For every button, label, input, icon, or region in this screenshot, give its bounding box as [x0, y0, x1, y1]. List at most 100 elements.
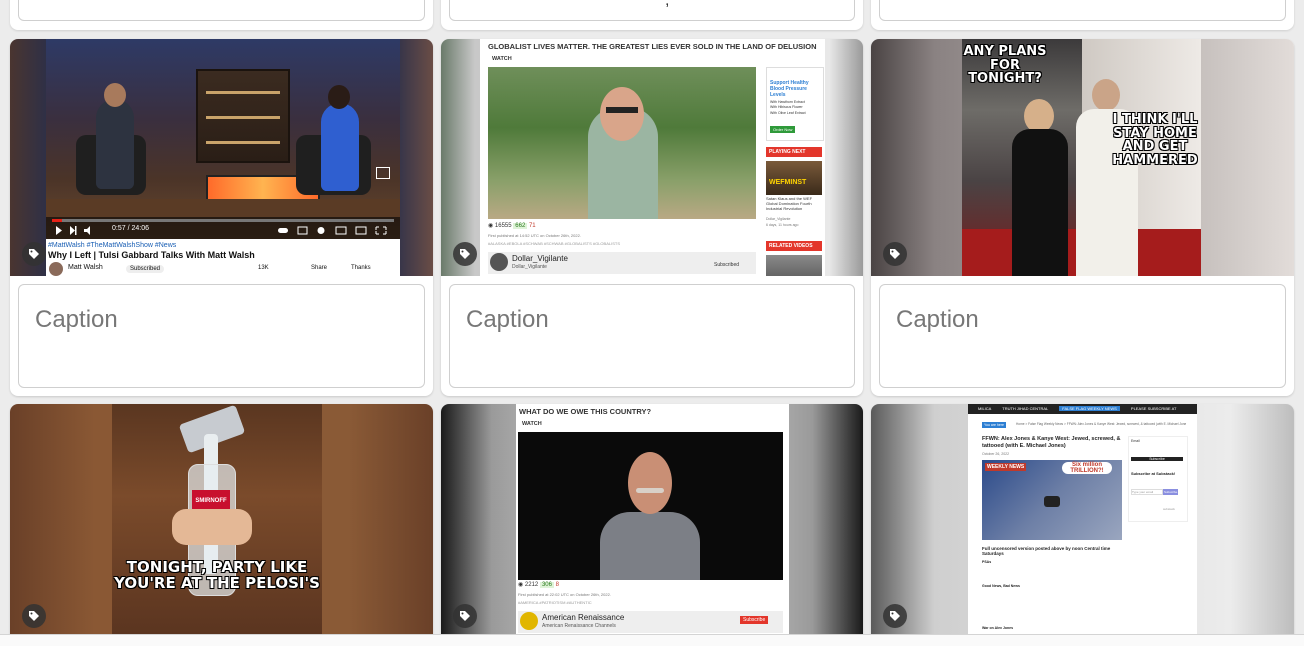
previous-row: ,	[0, 0, 1304, 32]
ad-headline: Support Healthy Blood Pressure Levels	[770, 80, 809, 98]
published-date: First published at 22:02 UTC on October …	[518, 592, 611, 597]
caption-input[interactable]	[880, 285, 1285, 387]
progress-bar	[52, 219, 394, 222]
caption-field[interactable]	[879, 284, 1286, 388]
post-body-sub: PSAs	[982, 560, 992, 564]
channel-avatar	[49, 262, 63, 276]
view-count: 2212	[524, 582, 539, 588]
playing-next-header: PLAYING NEXT	[766, 147, 822, 157]
caption-box-top-1[interactable]	[18, 0, 425, 21]
post-section-good-news: Good News, Bad News	[982, 584, 1020, 588]
tag-button[interactable]	[883, 604, 907, 628]
tag-icon	[890, 611, 900, 621]
caption-field[interactable]	[18, 284, 425, 388]
like-count: 306	[539, 582, 554, 588]
card-thumbnail[interactable]: MILICA TRUTH JIHAD CENTRAL FALSE FLAG WE…	[871, 404, 1294, 634]
video-tags: #AMERICA #PATRIOTISM #AUTHENTIC	[518, 600, 592, 605]
video-screenshot: 0:57 / 24:06 #MattWalsh #TheMattWalshSho…	[46, 39, 400, 276]
weekly-news-badge: WEEKLY NEWS	[985, 463, 1027, 471]
next-title: Satan Klaus and the WEF Global Dominatio…	[766, 196, 813, 211]
view-count: 16555	[494, 223, 512, 229]
tag-icon	[29, 611, 39, 621]
thanks-label: Thanks	[351, 265, 371, 271]
video-stats: ◉ 2212 306 8	[518, 582, 559, 588]
video-frame: 0:57 / 24:06	[46, 39, 400, 239]
dislike-count: 71	[528, 223, 536, 229]
card-thumbnail[interactable]: WHAT DO WE OWE THIS COUNTRY? WATCH ◉ 221…	[441, 404, 863, 634]
subscribe-label: Subscribed	[714, 262, 740, 268]
tag-button[interactable]	[22, 604, 46, 628]
player-controls: 0:57 / 24:06	[46, 217, 400, 239]
caption-input[interactable]	[19, 285, 424, 387]
post-meta: October 26, 2022	[982, 452, 1010, 456]
tag-button[interactable]	[883, 242, 907, 266]
video-frame	[518, 432, 783, 580]
related-thumbnail	[766, 255, 822, 276]
tag-button[interactable]	[453, 604, 477, 628]
tag-icon	[460, 611, 470, 621]
playback-icons	[56, 226, 90, 235]
channel-bar: American Renaissance American Renaissanc…	[518, 611, 783, 633]
person-right	[321, 103, 359, 191]
person-right-head	[328, 85, 350, 109]
site-nav: MILICA TRUTH JIHAD CENTRAL FALSE FLAG WE…	[968, 404, 1197, 421]
play-icon	[1044, 496, 1060, 507]
sidebar-substack-button: Subscribe	[1163, 489, 1179, 495]
man-head	[628, 452, 672, 514]
card-thumbnail[interactable]: GLOBALIST LIVES MATTER. THE GREATEST LIE…	[441, 39, 863, 276]
tag-button[interactable]	[453, 242, 477, 266]
share-label: Share	[311, 265, 328, 271]
channel-bar: Dollar_Vigilante Dollar_Vigilante Subscr…	[488, 252, 756, 274]
card-thumbnail[interactable]: SMIRNOFF TONIGHT, PARTY LIKE YOU'RE AT T…	[10, 404, 433, 634]
next-age: 6 days, 11 hours ago	[766, 223, 799, 227]
card-top-1	[10, 0, 433, 30]
channel-handle: American Renaissance Channels	[542, 623, 616, 629]
mustache	[636, 488, 664, 493]
channel-name: American Renaissance	[542, 613, 625, 622]
video-tags: #ALASKA #EBOLA #SCHWAB #SCHWAB #GLOBALIS…	[488, 241, 620, 246]
video-headline: GLOBALIST LIVES MATTER. THE GREATEST LIE…	[488, 42, 817, 51]
man-head	[600, 87, 644, 141]
sidebar-subscribe-button: Subscribe	[1131, 457, 1183, 461]
meme-top-text: ANY PLANS FOR TONIGHT?	[963, 44, 1047, 87]
watch-label: WATCH	[522, 421, 542, 427]
caption-box-top-2[interactable]	[449, 0, 855, 21]
dislike-count: 8	[555, 582, 559, 588]
breadcrumb: Home > False Flag Weekly News > FFWN: Al…	[1016, 422, 1186, 426]
video-headline: WHAT DO WE OWE THIS COUNTRY?	[519, 407, 652, 416]
meme-side-text: I THINK I'LL STAY HOME AND GET HAMMERED	[1112, 112, 1198, 168]
meme-image: ANY PLANS FOR TONIGHT? I THINK I'LL STAY…	[962, 39, 1201, 276]
caption-field[interactable]	[449, 284, 855, 388]
floor	[46, 199, 400, 217]
channel-name: Dollar_Vigilante	[512, 254, 568, 263]
caption-box-top-3[interactable]	[879, 0, 1286, 21]
image-speech-bubble: Six million TRILLION?!	[1062, 462, 1112, 474]
person-left-head	[104, 83, 126, 107]
sidebar-substack-title: Subscribe at Substack!	[1131, 471, 1176, 476]
post-body-title: Full uncensored version posted above by …	[982, 546, 1111, 557]
gallery-card: 0:57 / 24:06 #MattWalsh #TheMattWalshSho…	[10, 39, 433, 396]
ad-button: Order Now	[770, 126, 796, 133]
sidebar-email-input: Type your email	[1131, 489, 1163, 495]
gallery-card: WHAT DO WE OWE THIS COUNTRY? WATCH ◉ 221…	[441, 404, 863, 644]
man-head	[1092, 79, 1120, 111]
tag-icon	[29, 249, 39, 259]
bottom-bar	[0, 634, 1304, 646]
subscribe-label: Subscribe	[740, 616, 769, 624]
card-thumbnail[interactable]: 0:57 / 24:06 #MattWalsh #TheMattWalshSho…	[10, 39, 433, 276]
related-panel: RELATED VIDEOS	[766, 241, 822, 276]
next-thumbnail: WEFMINST	[766, 161, 822, 195]
channel-handle: Dollar_Vigilante	[512, 264, 547, 270]
tag-button[interactable]	[22, 242, 46, 266]
tag-icon	[890, 249, 900, 259]
video-info: #MattWalsh #TheMattWalshShow #News Why I…	[46, 239, 400, 276]
caption-input[interactable]	[450, 285, 854, 387]
meme-image: SMIRNOFF TONIGHT, PARTY LIKE YOU'RE AT T…	[112, 404, 322, 634]
video-hashtags: #MattWalsh #TheMattWalshShow #News	[48, 242, 177, 249]
gallery-card: ANY PLANS FOR TONIGHT? I THINK I'LL STAY…	[871, 39, 1294, 396]
sunglasses	[606, 107, 638, 113]
player-settings-icons	[278, 226, 387, 235]
card-thumbnail[interactable]: ANY PLANS FOR TONIGHT? I THINK I'LL STAY…	[871, 39, 1294, 276]
like-count: 662	[513, 223, 528, 229]
bitchute-screenshot: WHAT DO WE OWE THIS COUNTRY? WATCH ◉ 221…	[516, 404, 789, 634]
